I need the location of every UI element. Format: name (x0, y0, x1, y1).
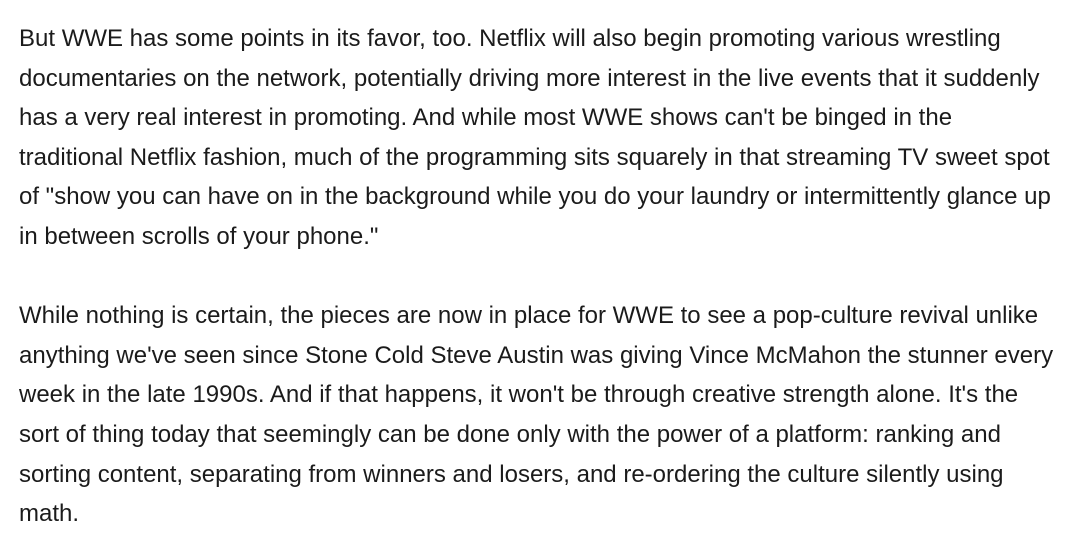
article-paragraph-pop-culture-revival: While nothing is certain, the pieces are… (19, 302, 1054, 528)
article-paragraph-wwe-favor: But WWE has some points in its favor, to… (19, 25, 1051, 250)
article-body: But WWE has some points in its favor, to… (0, 0, 1080, 556)
